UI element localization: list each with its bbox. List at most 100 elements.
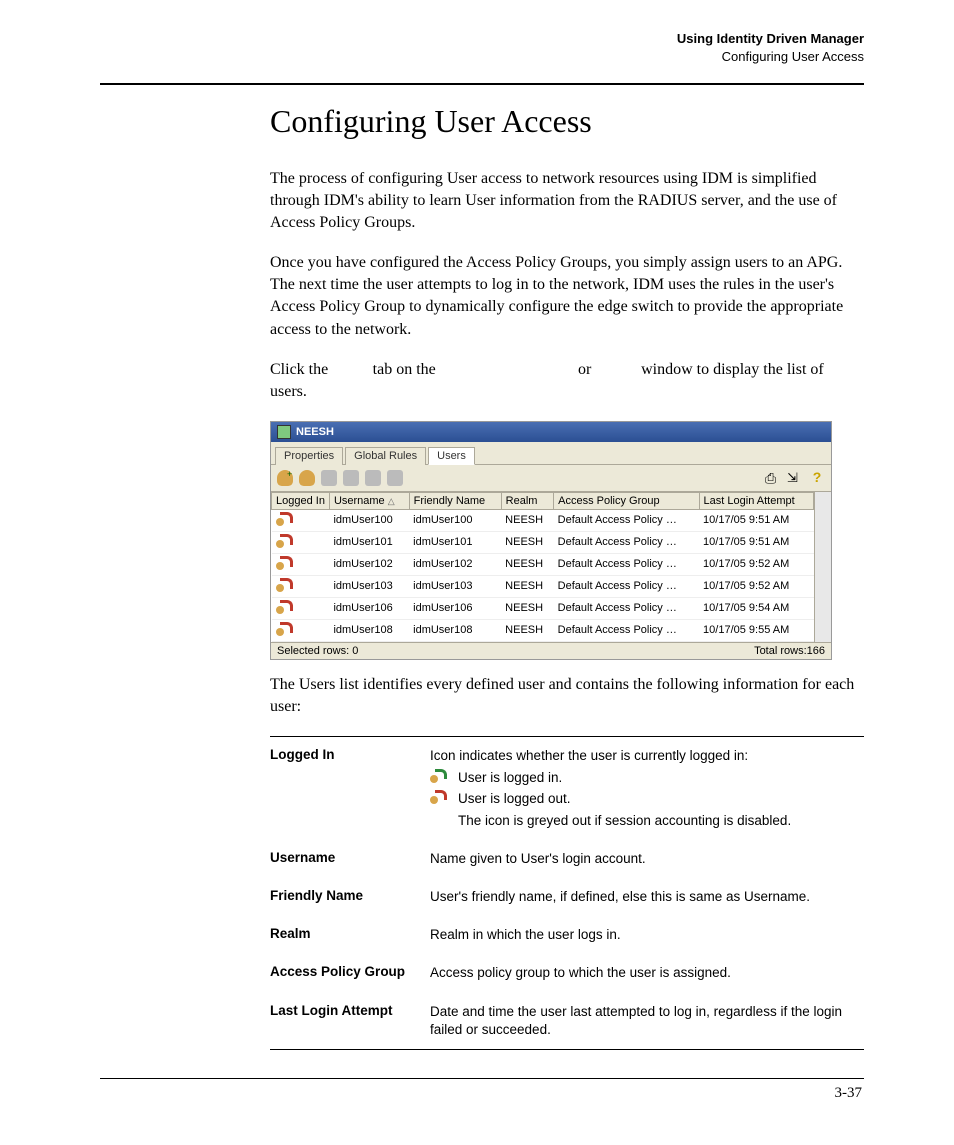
print-icon[interactable] bbox=[765, 470, 781, 486]
table-header-row: Logged In Username △ Friendly Name Realm… bbox=[272, 492, 814, 509]
user-icon[interactable] bbox=[299, 470, 315, 486]
cell-friendly: idmUser108 bbox=[409, 619, 501, 641]
table-row[interactable]: idmUser102idmUser102NEESHDefault Access … bbox=[272, 553, 814, 575]
cell-apg: Default Access Policy … bbox=[554, 575, 699, 597]
rule-bottom bbox=[100, 1078, 864, 1079]
running-header-title: Using Identity Driven Manager bbox=[677, 31, 864, 46]
add-user-icon[interactable] bbox=[277, 470, 293, 486]
def-row-last-login: Last Login Attempt Date and time the use… bbox=[270, 993, 864, 1049]
cell-friendly: idmUser103 bbox=[409, 575, 501, 597]
tab-strip: Properties Global Rules Users bbox=[271, 442, 831, 465]
col-realm[interactable]: Realm bbox=[501, 492, 553, 509]
definitions-table: Logged In Icon indicates whether the use… bbox=[270, 736, 864, 1050]
cell-friendly: idmUser101 bbox=[409, 531, 501, 553]
col-username[interactable]: Username △ bbox=[329, 492, 409, 509]
status-selected: Selected rows: 0 bbox=[277, 645, 358, 657]
cell-last-login: 10/17/05 9:51 AM bbox=[699, 531, 813, 553]
cell-logged-in bbox=[272, 553, 330, 575]
toolbar-icon-5[interactable] bbox=[365, 470, 381, 486]
def-row-username: Username Name given to User's login acco… bbox=[270, 840, 864, 878]
tab-properties[interactable]: Properties bbox=[275, 447, 343, 465]
cell-logged-in bbox=[272, 531, 330, 553]
cell-logged-in bbox=[272, 619, 330, 641]
paragraph-intro-2: Once you have configured the Access Poli… bbox=[270, 252, 864, 340]
sort-indicator-icon: △ bbox=[388, 496, 395, 506]
toolbar-icon-4[interactable] bbox=[343, 470, 359, 486]
cell-apg: Default Access Policy … bbox=[554, 553, 699, 575]
page-title: Configuring User Access bbox=[270, 103, 864, 140]
logged-out-icon bbox=[276, 622, 290, 636]
logged-out-icon bbox=[276, 578, 290, 592]
cell-username: idmUser101 bbox=[329, 531, 409, 553]
logged-out-icon bbox=[276, 534, 290, 548]
window-titlebar: NEESH bbox=[271, 422, 831, 442]
logged-out-icon bbox=[276, 512, 290, 526]
def-row-realm: Realm Realm in which the user logs in. bbox=[270, 916, 864, 954]
paragraph-list-intro: The Users list identifies every defined … bbox=[270, 674, 864, 718]
users-window-screenshot: NEESH Properties Global Rules Users bbox=[270, 421, 832, 660]
table-row[interactable]: idmUser101idmUser101NEESHDefault Access … bbox=[272, 531, 814, 553]
cell-apg: Default Access Policy … bbox=[554, 597, 699, 619]
def-value: Name given to User's login account. bbox=[430, 850, 864, 868]
def-value: Date and time the user last attempted to… bbox=[430, 1003, 864, 1039]
cell-username: idmUser100 bbox=[329, 509, 409, 531]
table-row[interactable]: idmUser106idmUser106NEESHDefault Access … bbox=[272, 597, 814, 619]
table-row[interactable]: idmUser103idmUser103NEESHDefault Access … bbox=[272, 575, 814, 597]
tab-global-rules[interactable]: Global Rules bbox=[345, 447, 426, 465]
col-last-login[interactable]: Last Login Attempt bbox=[699, 492, 813, 509]
logged-out-icon bbox=[276, 600, 290, 614]
cell-realm: NEESH bbox=[501, 531, 553, 553]
table-row[interactable]: idmUser100idmUser100NEESHDefault Access … bbox=[272, 509, 814, 531]
def-label: Realm bbox=[270, 926, 420, 941]
cell-last-login: 10/17/05 9:51 AM bbox=[699, 509, 813, 531]
cell-realm: NEESH bbox=[501, 575, 553, 597]
cell-username: idmUser106 bbox=[329, 597, 409, 619]
cell-apg: Default Access Policy … bbox=[554, 531, 699, 553]
cell-friendly: idmUser100 bbox=[409, 509, 501, 531]
col-logged-in[interactable]: Logged In bbox=[272, 492, 330, 509]
logged-out-icon bbox=[276, 556, 290, 570]
def-label: Logged In bbox=[270, 747, 420, 762]
cell-logged-in bbox=[272, 575, 330, 597]
cell-username: idmUser108 bbox=[329, 619, 409, 641]
paragraph-click-instruction: Click the Users tab on the Access Policy… bbox=[270, 359, 864, 403]
cell-friendly: idmUser106 bbox=[409, 597, 501, 619]
col-friendly-name[interactable]: Friendly Name bbox=[409, 492, 501, 509]
def-row-logged-in: Logged In Icon indicates whether the use… bbox=[270, 737, 864, 840]
cell-username: idmUser103 bbox=[329, 575, 409, 597]
cell-logged-in bbox=[272, 509, 330, 531]
def-row-friendly-name: Friendly Name User's friendly name, if d… bbox=[270, 878, 864, 916]
cell-apg: Default Access Policy … bbox=[554, 509, 699, 531]
cell-realm: NEESH bbox=[501, 553, 553, 575]
paragraph-intro-1: The process of configuring User access t… bbox=[270, 168, 864, 234]
def-label: Username bbox=[270, 850, 420, 865]
cell-apg: Default Access Policy … bbox=[554, 619, 699, 641]
help-icon[interactable]: ? bbox=[809, 470, 825, 486]
page-number: 3-37 bbox=[100, 1085, 864, 1102]
vertical-scrollbar[interactable] bbox=[814, 492, 831, 642]
cell-friendly: idmUser102 bbox=[409, 553, 501, 575]
toolbar-icon-6[interactable] bbox=[387, 470, 403, 486]
cell-realm: NEESH bbox=[501, 509, 553, 531]
running-header: Using Identity Driven Manager Configurin… bbox=[100, 30, 864, 65]
toolbar-icon-3[interactable] bbox=[321, 470, 337, 486]
export-icon[interactable] bbox=[787, 470, 803, 486]
logged-in-icon bbox=[430, 769, 450, 785]
running-header-subtitle: Configuring User Access bbox=[722, 49, 864, 64]
status-bar: Selected rows: 0 Total rows:166 bbox=[271, 642, 831, 659]
tab-users[interactable]: Users bbox=[428, 447, 475, 465]
cell-logged-in bbox=[272, 597, 330, 619]
users-table: Logged In Username △ Friendly Name Realm… bbox=[271, 492, 814, 642]
status-total: Total rows:166 bbox=[754, 645, 825, 657]
rule-top bbox=[100, 83, 864, 85]
def-label: Friendly Name bbox=[270, 888, 420, 903]
cell-last-login: 10/17/05 9:52 AM bbox=[699, 553, 813, 575]
toolbar: ? bbox=[271, 465, 831, 492]
window-title: NEESH bbox=[296, 426, 334, 438]
cell-last-login: 10/17/05 9:54 AM bbox=[699, 597, 813, 619]
logged-out-icon bbox=[430, 790, 450, 806]
col-access-policy-group[interactable]: Access Policy Group bbox=[554, 492, 699, 509]
def-value: User's friendly name, if defined, else t… bbox=[430, 888, 864, 906]
table-row[interactable]: idmUser108idmUser108NEESHDefault Access … bbox=[272, 619, 814, 641]
def-value: Access policy group to which the user is… bbox=[430, 964, 864, 982]
